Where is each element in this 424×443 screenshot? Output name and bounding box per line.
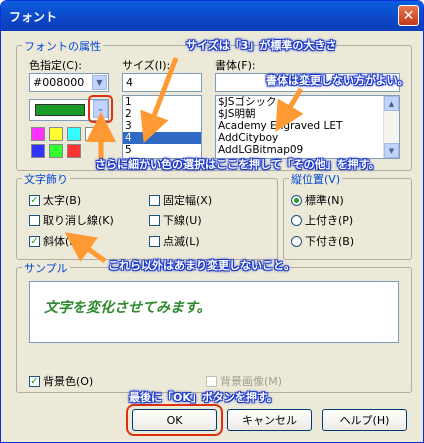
color-label: 色指定(C):	[29, 59, 82, 72]
current-color-swatch	[35, 104, 85, 116]
size-list[interactable]: 1 2 3 4 5	[122, 95, 202, 159]
close-button[interactable]: ✕	[398, 5, 419, 26]
font-attributes-legend: フォントの属性	[22, 38, 103, 54]
subscript-radio[interactable]: 下付き(B)	[291, 233, 354, 249]
ok-note: 最後に「OK」ボタンを押す。	[129, 391, 278, 404]
checkmark-icon: ✓	[29, 194, 40, 206]
help-button[interactable]: ヘルプ(H)	[322, 409, 407, 431]
face-list-scrollbar[interactable]: ▲ ▼	[383, 96, 399, 158]
italic-checkbox[interactable]: ✓ 斜体(I)	[29, 233, 77, 249]
strikethrough-label: 取り消し線(K)	[43, 214, 114, 227]
color-select[interactable]: #008000 ▼	[29, 73, 109, 92]
list-item[interactable]: 2	[123, 108, 201, 120]
list-item[interactable]: 3	[123, 120, 201, 132]
list-item[interactable]: 1	[123, 96, 201, 108]
size-note: サイズは「3」が標準の大きさ	[186, 39, 337, 52]
standard-label: 標準(N)	[305, 194, 344, 207]
list-item[interactable]: $JSゴシック	[216, 96, 399, 108]
bg-image-checkbox: 背景画像(M)	[206, 373, 282, 389]
palette-swatch[interactable]	[49, 127, 63, 141]
list-item[interactable]: $JS明朝	[216, 108, 399, 120]
color-select-value: #008000	[33, 76, 85, 89]
font-dialog: フォント ✕ フォントの属性 色指定(C): #008000 ▼ ⌄ サイズ(I…	[0, 0, 424, 443]
strikethrough-checkbox[interactable]: 取り消し線(K)	[29, 212, 114, 228]
list-item[interactable]: 5	[123, 144, 201, 156]
blink-label: 点滅(L)	[163, 235, 200, 248]
list-item[interactable]: AddCityboy	[216, 132, 399, 144]
size-label: サイズ(I):	[122, 59, 171, 72]
sample-preview: 文字を変化させてみます。	[29, 281, 399, 343]
bold-checkbox[interactable]: ✓ 太字(B)	[29, 192, 81, 208]
bg-image-label: 背景画像(M)	[220, 375, 283, 388]
face-note: 書体は変更しない方がよい。	[266, 74, 409, 87]
palette-swatch[interactable]	[85, 127, 99, 141]
scroll-up-icon[interactable]: ▲	[384, 96, 399, 111]
superscript-radio[interactable]: 上付き(P)	[291, 212, 353, 228]
window-title: フォント	[9, 10, 58, 24]
chevron-down-icon[interactable]: ▼	[92, 75, 107, 90]
palette-swatch[interactable]	[67, 127, 81, 141]
palette-swatch[interactable]	[49, 144, 63, 158]
close-icon: ✕	[402, 7, 415, 24]
scroll-down-icon[interactable]: ▼	[384, 143, 399, 158]
palette-swatch[interactable]	[67, 144, 81, 158]
color-note: さらに細かい色の選択はここを押して「その他」を押す。	[95, 158, 380, 171]
palette-swatch[interactable]	[31, 144, 45, 158]
color-more-highlight	[88, 95, 113, 123]
list-item-selected[interactable]: 4	[123, 132, 201, 144]
ok-highlight	[126, 404, 223, 436]
underline-checkbox[interactable]: 下線(U)	[149, 212, 202, 228]
bold-label: 太字(B)	[43, 194, 82, 207]
other-note: これら以外はあまり変更しないこと。	[108, 259, 295, 272]
cancel-button[interactable]: キャンセル	[227, 409, 312, 431]
palette-swatch[interactable]	[31, 127, 45, 141]
standard-radio[interactable]: 標準(N)	[291, 192, 344, 208]
list-item[interactable]: AddLGBitmap09	[216, 144, 399, 156]
superscript-label: 上付き(P)	[305, 214, 354, 227]
fixed-width-label: 固定幅(X)	[163, 194, 213, 207]
italic-label: 斜体(I)	[43, 235, 77, 248]
checkmark-icon: ✓	[29, 235, 40, 247]
face-label: 書体(F):	[215, 59, 256, 72]
checkmark-icon: ✓	[29, 375, 40, 387]
decoration-legend: 文字飾り	[22, 171, 70, 187]
cancel-label: キャンセル	[242, 414, 297, 427]
sample-text: 文字を変化させてみます。	[44, 300, 211, 316]
help-label: ヘルプ(H)	[339, 414, 390, 427]
list-item[interactable]: Academy Engraved LET	[216, 120, 399, 132]
size-input[interactable]: 4	[122, 73, 202, 92]
blink-checkbox[interactable]: 点滅(L)	[149, 233, 200, 249]
underline-label: 下線(U)	[163, 214, 202, 227]
bg-color-label: 背景色(O)	[43, 375, 94, 388]
title-bar[interactable]: フォント ✕	[1, 1, 423, 31]
bg-color-checkbox[interactable]: ✓ 背景色(O)	[29, 373, 93, 389]
sample-legend: サンプル	[22, 260, 70, 276]
face-list[interactable]: $JSゴシック $JS明朝 Academy Engraved LET AddCi…	[215, 95, 400, 159]
fixed-width-checkbox[interactable]: 固定幅(X)	[149, 192, 212, 208]
vertical-position-legend: 縦位置(V)	[289, 171, 343, 187]
subscript-label: 下付き(B)	[305, 235, 355, 248]
